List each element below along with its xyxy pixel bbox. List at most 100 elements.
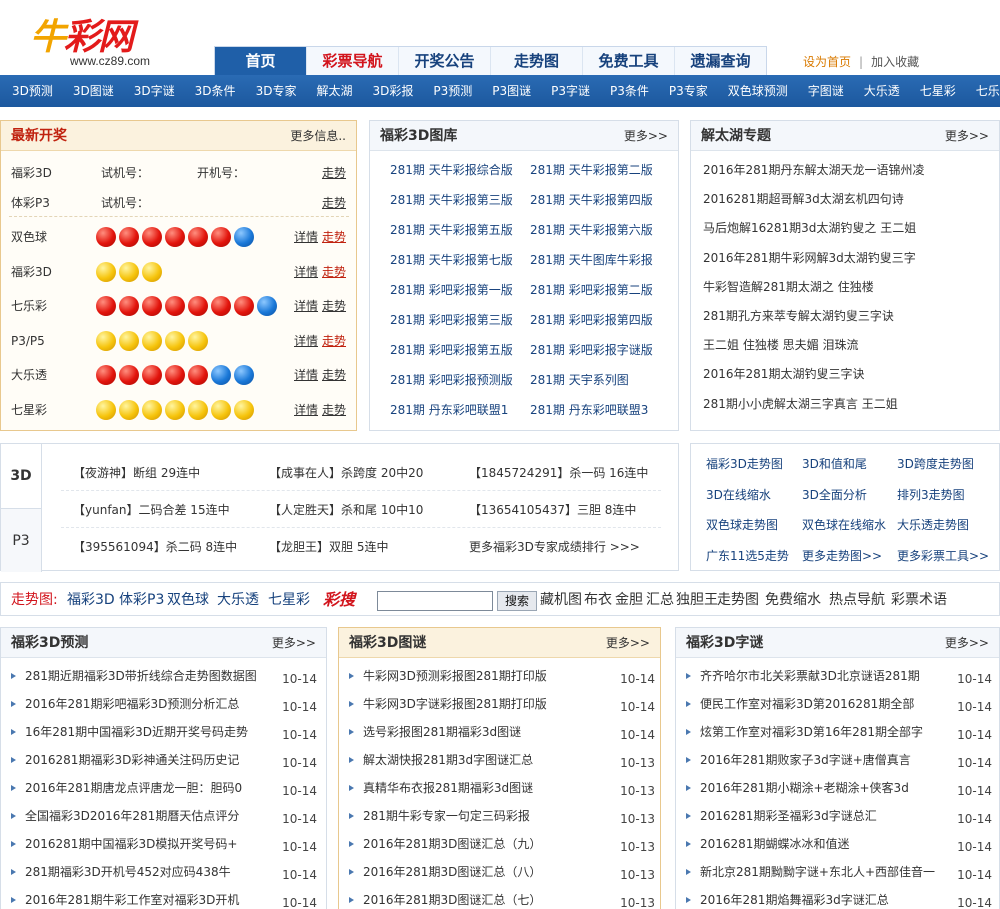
gallery-link[interactable]: 281期 彩吧彩报第二版: [530, 281, 653, 298]
taihu-link[interactable]: 牛彩智造解281期太湖之 住独楼: [703, 278, 874, 295]
news-title[interactable]: 2016281期彩圣福彩3d字谜总汇: [700, 802, 877, 830]
news-row[interactable]: 2016281期彩圣福彩3d字谜总汇 10-14: [686, 802, 992, 830]
news-row[interactable]: 2016年281期3D图谜汇总（九） 10-13: [349, 830, 655, 858]
trend-chart-link[interactable]: 七星彩: [268, 583, 310, 617]
gallery-link[interactable]: 281期 彩吧彩报第五版: [390, 341, 513, 358]
subnav-item[interactable]: P3图谜: [482, 75, 541, 107]
gallery-link[interactable]: 281期 天牛彩报第五版: [390, 221, 513, 238]
news-title[interactable]: 牛彩网3D字谜彩报图281期打印版: [363, 690, 547, 718]
more-link[interactable]: 更多>>: [606, 628, 650, 658]
hot-tag-link[interactable]: 彩票术语: [891, 583, 947, 617]
nav-free-tools[interactable]: 免费工具: [583, 47, 675, 75]
news-title[interactable]: 2016年281期3D图谜汇总（七）: [363, 886, 541, 909]
trend-chart-link[interactable]: 体彩P3: [119, 583, 164, 617]
subnav-item[interactable]: 3D图谜: [63, 75, 124, 107]
news-title[interactable]: 新北京281期黝黝字谜+东北人+西部佳音一: [700, 858, 935, 886]
gallery-link[interactable]: 281期 天牛图库牛彩报: [530, 251, 653, 268]
hot-tag-link[interactable]: 汇总: [646, 583, 674, 617]
taihu-link[interactable]: 王二姐 住独楼 思夫媚 泪珠流: [703, 336, 858, 353]
news-row[interactable]: 2016年281期3D图谜汇总（八） 10-13: [349, 858, 655, 886]
news-title[interactable]: 2016281期福彩3D彩神通关注码历史记: [25, 746, 239, 774]
tool-link[interactable]: 3D跨度走势图: [897, 455, 974, 472]
subnav-item[interactable]: P3预测: [423, 75, 482, 107]
tool-link[interactable]: 3D全面分析: [802, 486, 867, 503]
detail-link[interactable]: 详情: [294, 224, 318, 250]
tool-link[interactable]: 更多彩票工具>>: [897, 547, 989, 564]
news-title[interactable]: 选号彩报图281期福彩3d图谜: [363, 718, 521, 746]
subnav-item[interactable]: P3专家: [659, 75, 718, 107]
gallery-link[interactable]: 281期 天牛彩报第七版: [390, 251, 513, 268]
detail-link[interactable]: 详情: [294, 362, 318, 388]
news-row[interactable]: 2016281期蝴蝶冰冰和值迷 10-14: [686, 830, 992, 858]
tool-link[interactable]: 广东11选5走势: [706, 547, 789, 564]
detail-link[interactable]: 详情: [294, 328, 318, 354]
hot-tag-link[interactable]: 独胆王: [676, 583, 718, 617]
tool-link[interactable]: 大乐透走势图: [897, 516, 969, 533]
trend-link[interactable]: 走势: [322, 293, 346, 319]
news-row[interactable]: 281期近期福彩3D带折线综合走势图数据图 10-14: [11, 662, 317, 690]
gallery-link[interactable]: 281期 天牛彩报第六版: [530, 221, 653, 238]
expert-record[interactable]: 更多福彩3D专家成绩排行 >>>: [469, 538, 640, 555]
news-row[interactable]: 齐齐哈尔市北关彩票献3D北京谜语281期 10-14: [686, 662, 992, 690]
gallery-link[interactable]: 281期 丹东彩吧联盟1: [390, 401, 508, 418]
tool-link[interactable]: 排列3走势图: [897, 486, 965, 503]
hot-tag-link[interactable]: 热点导航: [829, 583, 885, 617]
news-title[interactable]: 2016281期中国福彩3D模拟开奖号码+: [25, 830, 237, 858]
trend-link[interactable]: 走势: [322, 163, 346, 183]
news-title[interactable]: 2016年281期3D图谜汇总（九）: [363, 830, 541, 858]
gallery-link[interactable]: 281期 彩吧彩报第四版: [530, 311, 653, 328]
subnav-item[interactable]: 3D条件: [185, 75, 246, 107]
subnav-item[interactable]: 3D字谜: [124, 75, 185, 107]
detail-link[interactable]: 详情: [294, 259, 318, 285]
news-row[interactable]: 2016281期中国福彩3D模拟开奖号码+ 10-14: [11, 830, 317, 858]
nav-trend-chart[interactable]: 走势图: [491, 47, 583, 75]
news-row[interactable]: 2016年281期牛彩工作室对福彩3D开机 10-14: [11, 886, 317, 909]
news-row[interactable]: 新北京281期黝黝字谜+东北人+西部佳音一 10-14: [686, 858, 992, 886]
hot-tag-link[interactable]: 藏机图: [540, 583, 582, 617]
news-title[interactable]: 281期近期福彩3D带折线综合走势图数据图: [25, 662, 257, 690]
news-title[interactable]: 炫第工作室对福彩3D第16年281期全部字: [700, 718, 923, 746]
gallery-link[interactable]: 281期 彩吧彩报字谜版: [530, 341, 653, 358]
subnav-item[interactable]: 字图谜: [798, 75, 854, 107]
news-row[interactable]: 2016281期福彩3D彩神通关注码历史记 10-14: [11, 746, 317, 774]
add-favorite-link[interactable]: 加入收藏: [871, 55, 919, 69]
news-row[interactable]: 2016年281期焰舞福彩3d字谜汇总 10-14: [686, 886, 992, 909]
news-row[interactable]: 炫第工作室对福彩3D第16年281期全部字 10-14: [686, 718, 992, 746]
news-title[interactable]: 2016年281期小糊涂+老糊涂+侠客3d: [700, 774, 909, 802]
trend-chart-link[interactable]: 福彩3D: [67, 583, 115, 617]
expert-record[interactable]: 【龙胆王】双胆 5连中: [269, 538, 388, 555]
subnav-item[interactable]: 七乐彩: [966, 75, 1000, 107]
hot-tag-link[interactable]: 布衣: [584, 583, 612, 617]
news-row[interactable]: 2016年281期彩吧福彩3D预测分析汇总 10-14: [11, 690, 317, 718]
news-title[interactable]: 2016年281期彩吧福彩3D预测分析汇总: [25, 690, 239, 718]
nav-omission-query[interactable]: 遗漏查询: [675, 47, 766, 75]
hot-tag-link[interactable]: 免费缩水: [765, 583, 821, 617]
taihu-link[interactable]: 2016年281期丹东解太湖天龙一语锦州凌: [703, 161, 924, 178]
news-title[interactable]: 2016年281期败家子3d字谜+唐僧真言: [700, 746, 911, 774]
subnav-item[interactable]: P3条件: [600, 75, 659, 107]
news-title[interactable]: 解太湖快报281期3d字图谜汇总: [363, 746, 533, 774]
search-input[interactable]: [377, 591, 493, 611]
news-title[interactable]: 便民工作室对福彩3D第2016281期全部: [700, 690, 914, 718]
trend-chart-link[interactable]: 大乐透: [217, 583, 259, 617]
subnav-item[interactable]: P3字谜: [541, 75, 600, 107]
search-button[interactable]: 搜索: [497, 591, 537, 611]
tab-p3[interactable]: P3: [1, 508, 42, 572]
gallery-link[interactable]: 281期 丹东彩吧联盟3: [530, 401, 648, 418]
taihu-link[interactable]: 281期孔方来萃专解太湖钓叟三字诀: [703, 307, 894, 324]
news-title[interactable]: 全国福彩3D2016年281期曆天估点评分: [25, 802, 239, 830]
trend-link[interactable]: 走势: [322, 259, 346, 285]
news-title[interactable]: 牛彩网3D预测彩报图281期打印版: [363, 662, 547, 690]
set-home-link[interactable]: 设为首页: [803, 55, 851, 69]
expert-record[interactable]: 【人定胜天】杀和尾 10中10: [269, 501, 423, 518]
taihu-link[interactable]: 2016281期超哥解3d太湖玄机四句诗: [703, 190, 904, 207]
nav-draw-notice[interactable]: 开奖公告: [399, 47, 491, 75]
news-row[interactable]: 2016年281期败家子3d字谜+唐僧真言 10-14: [686, 746, 992, 774]
taihu-link[interactable]: 281期小小虎解太湖三字真言 王二姐: [703, 395, 898, 412]
hot-tag-link[interactable]: 金胆: [615, 583, 643, 617]
gallery-link[interactable]: 281期 天牛彩报第二版: [530, 161, 653, 178]
news-row[interactable]: 2016年281期唐龙点评唐龙一胆：胆码0 10-14: [11, 774, 317, 802]
hot-tag-link[interactable]: 走势图: [717, 583, 759, 617]
news-title[interactable]: 齐齐哈尔市北关彩票献3D北京谜语281期: [700, 662, 920, 690]
tool-link[interactable]: 3D和值和尾: [802, 455, 867, 472]
